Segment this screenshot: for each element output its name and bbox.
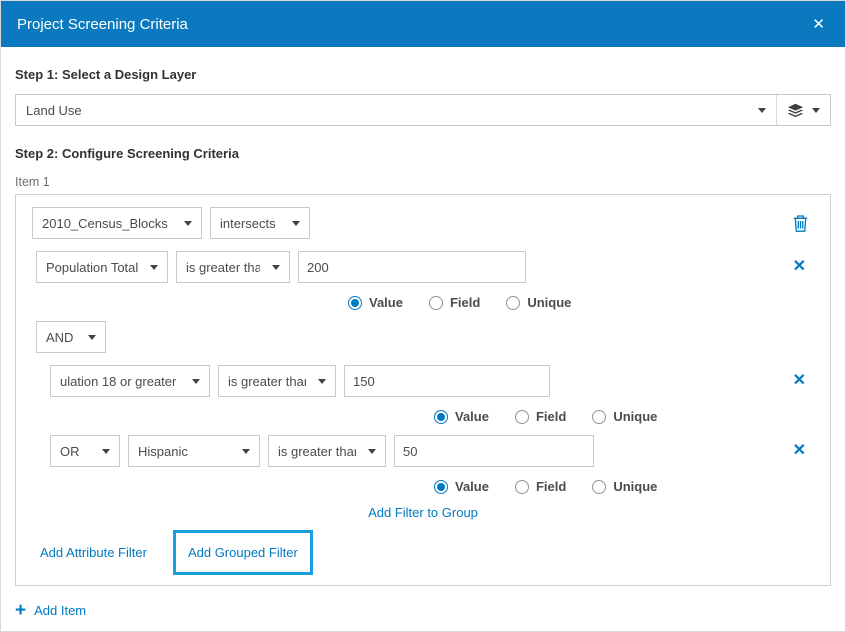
caret-down-icon [102, 449, 110, 454]
radio-circle-icon [592, 480, 606, 494]
radio-label-field: Field [536, 479, 566, 494]
add-attribute-filter-link[interactable]: Add Attribute Filter [40, 545, 147, 560]
group-filter1-radio-unique[interactable]: Unique [592, 409, 657, 424]
radio-label-value: Value [455, 409, 489, 424]
radio-circle-icon [434, 410, 448, 424]
radio-label-value: Value [455, 479, 489, 494]
layer-options-button[interactable] [776, 95, 830, 125]
group-filter1-operator-dropdown[interactable]: is greater than [218, 365, 336, 397]
filter1-operator-value: is greater than [186, 260, 260, 275]
caret-down-icon [192, 379, 200, 384]
design-layer-value: Land Use [26, 103, 758, 118]
remove-filter1-button[interactable]: ✕ [793, 259, 806, 275]
design-layer-select[interactable]: Land Use [16, 95, 776, 125]
group-filter2-connector-value: OR [60, 444, 80, 459]
radio-circle-icon [506, 296, 520, 310]
item-panel: 2010_Census_Blocks intersects [15, 194, 831, 586]
step1-label: Step 1: Select a Design Layer [15, 67, 831, 82]
group-connector-dropdown[interactable]: AND [36, 321, 106, 353]
plus-icon: + [15, 601, 26, 620]
radio-circle-icon [515, 480, 529, 494]
radio-label-unique: Unique [613, 479, 657, 494]
radio-label-value: Value [369, 295, 403, 310]
remove-group-filter2-button[interactable]: ✕ [793, 443, 806, 459]
group-filter2-operator-value: is greater than [278, 444, 356, 459]
group-filter2-radio-field[interactable]: Field [515, 479, 566, 494]
caret-down-icon [88, 335, 96, 340]
spatial-operator-value: intersects [220, 216, 276, 231]
caret-down-icon [812, 108, 820, 113]
group-filter1-value-input[interactable] [344, 365, 550, 397]
radio-circle-icon [429, 296, 443, 310]
radio-label-unique: Unique [527, 295, 571, 310]
caret-down-icon [368, 449, 376, 454]
connector-row: AND [36, 321, 814, 353]
radio-circle-icon [515, 410, 529, 424]
spatial-operator-dropdown[interactable]: intersects [210, 207, 310, 239]
dialog-title: Project Screening Criteria [17, 16, 808, 33]
radio-circle-icon [434, 480, 448, 494]
panel-actions: Add Attribute Filter Add Grouped Filter [32, 530, 814, 575]
group-filter1-field-value: ulation 18 or greater [60, 374, 176, 389]
group-filter1-radio-field[interactable]: Field [515, 409, 566, 424]
remove-group-filter1-button[interactable]: ✕ [793, 373, 806, 389]
group-filter1-mode-radios: Value Field Unique [32, 409, 814, 424]
dialog-header: Project Screening Criteria ✕ [1, 1, 845, 47]
group-filter2-radio-unique[interactable]: Unique [592, 479, 657, 494]
group-filter1-radio-value[interactable]: Value [434, 409, 489, 424]
group-filter2-field-value: Hispanic [138, 444, 188, 459]
caret-down-icon [318, 379, 326, 384]
spatial-filter-row: 2010_Census_Blocks intersects [32, 207, 814, 239]
add-filter-to-group-row: Add Filter to Group [32, 505, 814, 520]
caret-down-icon [150, 265, 158, 270]
caret-down-icon [292, 221, 300, 226]
footer: + Add Item [1, 590, 845, 631]
design-layer-select-row: Land Use [15, 94, 831, 126]
group-filter1-field-dropdown[interactable]: ulation 18 or greater [50, 365, 210, 397]
caret-down-icon [272, 265, 280, 270]
radio-circle-icon [348, 296, 362, 310]
filter1-mode-radios: Value Field Unique [32, 295, 814, 310]
group-connector-value: AND [46, 330, 73, 345]
radio-circle-icon [592, 410, 606, 424]
group-filter-row-1: ulation 18 or greater is greater than ✕ [50, 365, 814, 397]
close-icon[interactable]: ✕ [808, 13, 829, 35]
group-filter2-value-input[interactable] [394, 435, 594, 467]
group-filter-row-2: OR Hispanic is greater than ✕ [50, 435, 814, 467]
filter1-value-input[interactable] [298, 251, 526, 283]
add-item-link[interactable]: Add Item [34, 603, 86, 618]
trash-icon [793, 215, 808, 232]
layers-icon [787, 103, 804, 118]
filter1-radio-field[interactable]: Field [429, 295, 480, 310]
filter1-field-dropdown[interactable]: Population Total [36, 251, 168, 283]
target-layer-value: 2010_Census_Blocks [42, 216, 168, 231]
filter1-radio-unique[interactable]: Unique [506, 295, 571, 310]
add-grouped-filter-link[interactable]: Add Grouped Filter [188, 545, 298, 560]
radio-label-unique: Unique [613, 409, 657, 424]
dialog-content: Step 1: Select a Design Layer Land Use S… [1, 47, 845, 590]
filter1-field-value: Population Total [46, 260, 138, 275]
add-filter-to-group-link[interactable]: Add Filter to Group [368, 505, 478, 520]
group-filter2-radio-value[interactable]: Value [434, 479, 489, 494]
target-layer-dropdown[interactable]: 2010_Census_Blocks [32, 207, 202, 239]
caret-down-icon [242, 449, 250, 454]
attribute-filter-row-1: Population Total is greater than ✕ [36, 251, 814, 283]
group-filter2-operator-dropdown[interactable]: is greater than [268, 435, 386, 467]
delete-item-button[interactable] [791, 213, 810, 234]
project-screening-dialog: Project Screening Criteria ✕ Step 1: Sel… [0, 0, 846, 632]
item-label: Item 1 [15, 175, 831, 189]
caret-down-icon [184, 221, 192, 226]
step2-label: Step 2: Configure Screening Criteria [15, 146, 831, 161]
caret-down-icon [758, 108, 766, 113]
highlight-box: Add Grouped Filter [173, 530, 313, 575]
radio-label-field: Field [450, 295, 480, 310]
radio-label-field: Field [536, 409, 566, 424]
group-filter2-mode-radios: Value Field Unique [32, 479, 814, 494]
filter1-operator-dropdown[interactable]: is greater than [176, 251, 290, 283]
group-filter2-connector-dropdown[interactable]: OR [50, 435, 120, 467]
group-filter1-operator-value: is greater than [228, 374, 306, 389]
filter1-radio-value[interactable]: Value [348, 295, 403, 310]
group-filter2-field-dropdown[interactable]: Hispanic [128, 435, 260, 467]
